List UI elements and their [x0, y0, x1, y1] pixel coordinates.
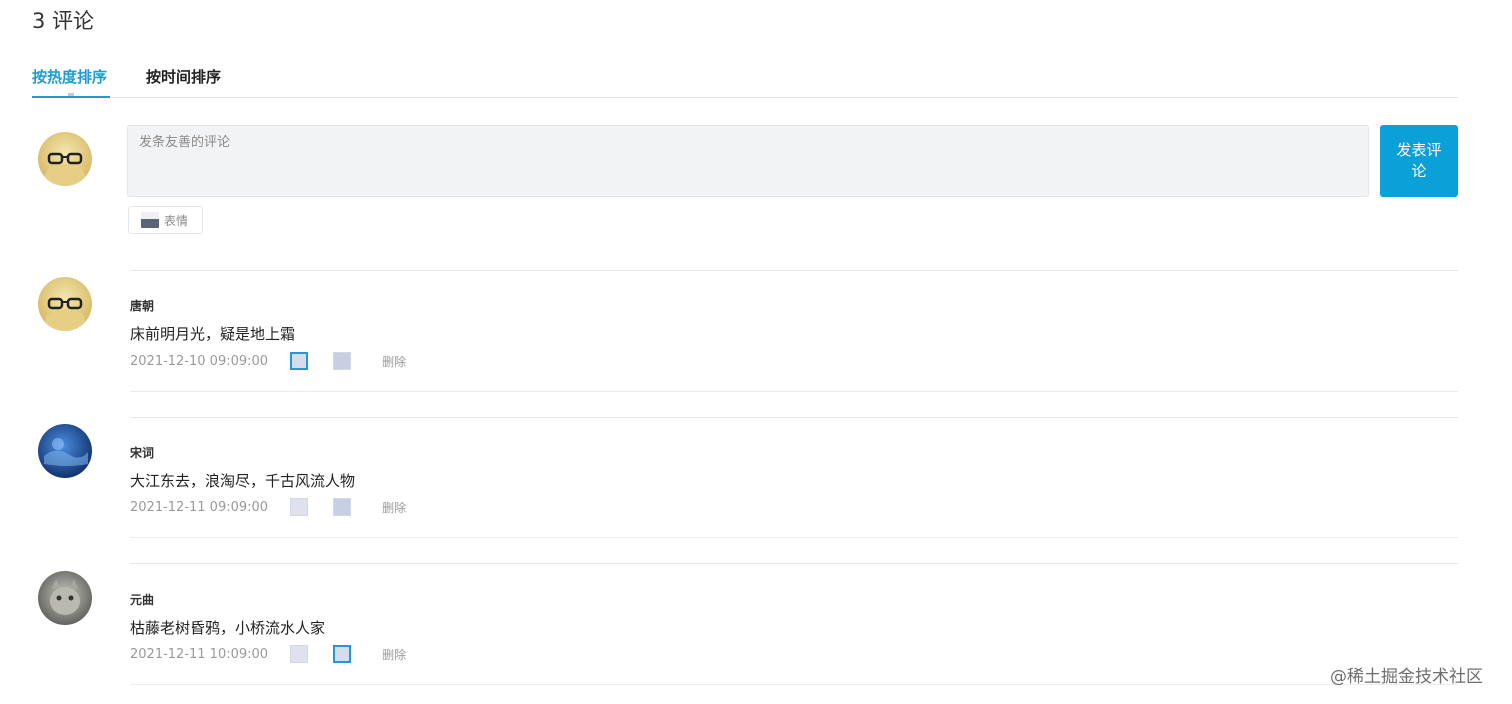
delete-comment-link[interactable]: 删除 — [382, 499, 406, 516]
divider — [130, 270, 1458, 271]
current-user-avatar — [38, 132, 92, 186]
comment-input[interactable] — [127, 125, 1369, 197]
divider — [130, 391, 1458, 392]
comment-text: 枯藤老树昏鸦，小桥流水人家 — [130, 619, 326, 637]
avatar — [38, 277, 92, 331]
comment-text: 大江东去，浪淘尽，千古风流人物 — [130, 472, 356, 490]
dislike-icon[interactable] — [333, 498, 352, 516]
comment-meta: 2021-12-11 09:09:00 删除 — [130, 497, 406, 517]
comment-username: 宋词 — [130, 446, 155, 460]
comment-count-title: 3 评论 — [32, 9, 95, 33]
comment-timestamp: 2021-12-10 09:09:00 — [130, 353, 269, 369]
avatar — [38, 571, 92, 625]
submit-comment-button[interactable]: 发表评论 — [1380, 125, 1458, 197]
like-icon[interactable] — [290, 352, 309, 370]
delete-comment-link[interactable]: 删除 — [382, 646, 406, 663]
like-icon[interactable] — [290, 498, 309, 516]
comment-timestamp: 2021-12-11 10:09:00 — [130, 646, 269, 662]
dislike-icon[interactable] — [333, 352, 352, 370]
comment-username: 元曲 — [130, 593, 155, 607]
avatar — [38, 424, 92, 478]
comment-timestamp: 2021-12-11 09:09:00 — [130, 499, 269, 515]
comments-page: 3 评论 按热度排序 按时间排序 发表评论 表情 — [0, 0, 1512, 704]
site-watermark: @稀土掘金技术社区 — [1330, 667, 1483, 687]
dislike-icon[interactable] — [333, 645, 352, 663]
like-icon[interactable] — [290, 645, 309, 663]
divider — [130, 417, 1458, 418]
divider — [130, 684, 1458, 685]
comment-meta: 2021-12-10 09:09:00 删除 — [130, 351, 406, 371]
emoji-picture-icon — [141, 212, 159, 228]
tab-sort-by-time[interactable]: 按时间排序 — [146, 66, 221, 98]
comment-text: 床前明月光，疑是地上霜 — [130, 325, 296, 343]
comment-username: 唐朝 — [130, 299, 155, 313]
emoji-button[interactable]: 表情 — [128, 206, 203, 234]
emoji-button-label: 表情 — [164, 213, 189, 228]
tab-active-marker — [68, 93, 74, 96]
delete-comment-link[interactable]: 删除 — [382, 353, 406, 370]
comment-meta: 2021-12-11 10:09:00 删除 — [130, 644, 406, 664]
sort-tabs: 按热度排序 按时间排序 — [32, 66, 1458, 98]
divider — [130, 563, 1458, 564]
divider — [130, 537, 1458, 538]
